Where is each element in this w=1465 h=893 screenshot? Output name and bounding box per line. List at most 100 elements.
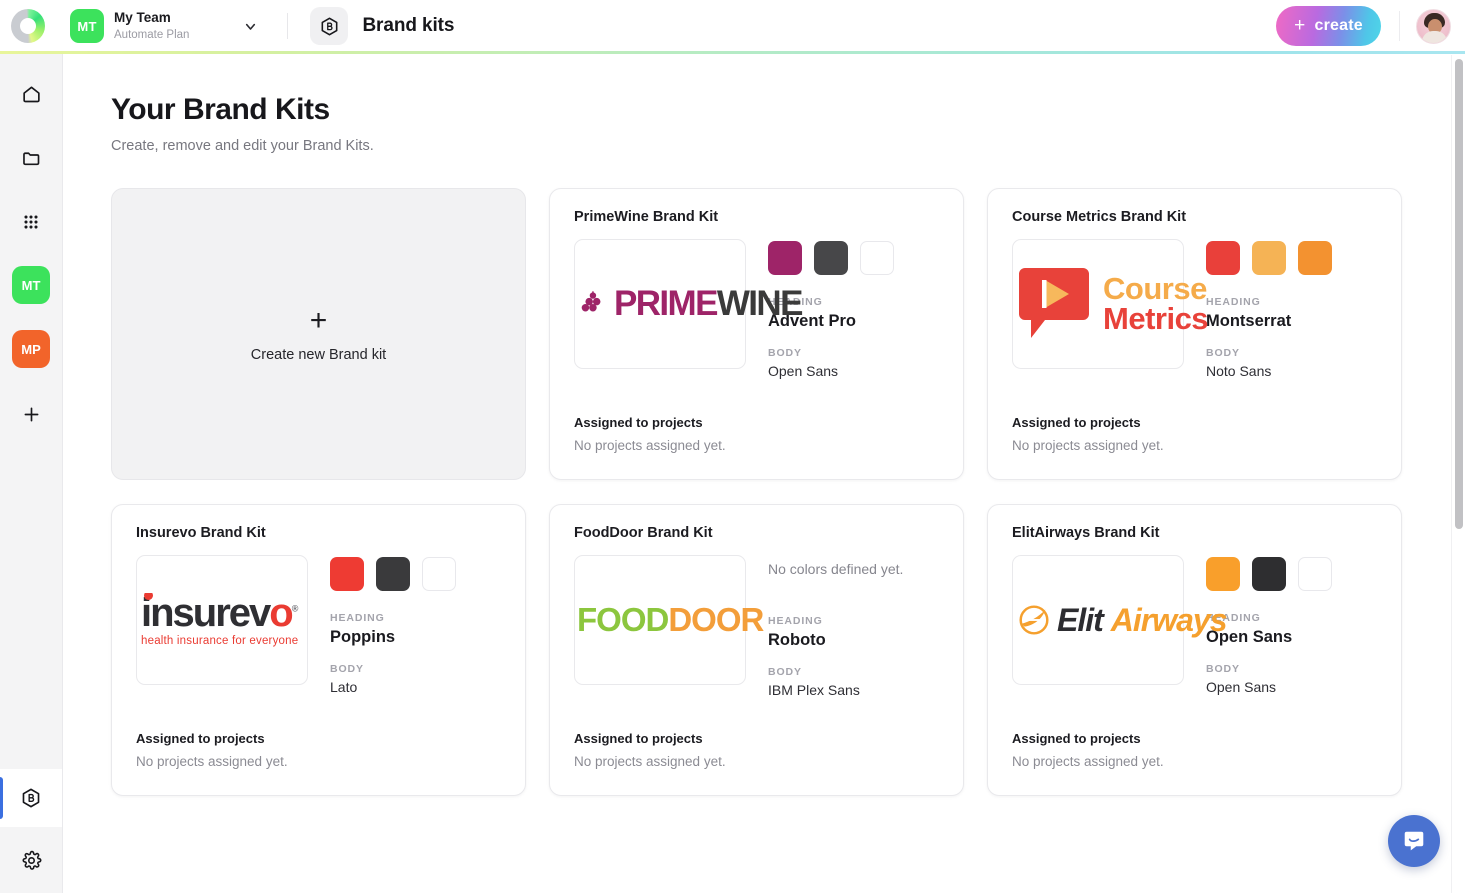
page-header: Your Brand Kits Create, remove and edit … (63, 55, 1453, 154)
body-font-value: Noto Sans (1206, 363, 1272, 379)
page-title: Your Brand Kits (111, 93, 330, 126)
brand-kit-title: Insurevo Brand Kit (136, 525, 266, 541)
sidebar-item-my-team[interactable]: MT (12, 266, 50, 304)
sidebar-item-brand-kits[interactable] (0, 769, 62, 827)
home-icon (22, 85, 40, 102)
create-new-brand-kit-label: Create new Brand kit (250, 346, 387, 363)
plus-icon: + (1294, 14, 1306, 36)
color-swatch[interactable] (1252, 557, 1286, 591)
assigned-title: Assigned to projects (574, 731, 703, 746)
sidebar-tile-label: MT (21, 277, 41, 293)
sidebar-item-home[interactable] (11, 74, 51, 114)
grid-apps-icon (24, 215, 38, 229)
brand-kit-hexagon-icon (310, 7, 349, 45)
logo-text-part1: insurev (141, 593, 271, 635)
body-font-value: Open Sans (768, 363, 839, 379)
divider (287, 13, 289, 39)
brand-kit-hexagon-icon (22, 788, 40, 808)
brand-logo-preview: insurevo® health insurance for everyone (136, 555, 308, 685)
color-swatch[interactable] (376, 557, 410, 591)
logo-text-part1: FOOD (577, 601, 669, 638)
brand-kits-grid: + Create new Brand kit PrimeWine Brand K… (63, 154, 1453, 796)
app-logo[interactable] (0, 0, 56, 52)
body-font-label: BODY (768, 347, 802, 359)
body-font-label: BODY (330, 663, 364, 675)
body-font-label: BODY (1206, 347, 1240, 359)
header-gradient-rule (0, 51, 1465, 54)
brand-kit-card-primewine[interactable]: PrimeWine Brand Kit PRIME WINE HEADING A… (549, 188, 964, 480)
scrollbar-thumb[interactable] (1455, 59, 1463, 529)
logo-text-part2: Airways (1110, 601, 1228, 638)
assigned-empty-text: No projects assigned yet. (574, 438, 726, 453)
color-swatch[interactable] (768, 241, 802, 275)
no-colors-text: No colors defined yet. (768, 561, 904, 577)
page-subtitle: Create, remove and edit your Brand Kits. (111, 138, 374, 154)
create-button[interactable]: + create (1276, 6, 1381, 46)
color-swatch[interactable] (1298, 241, 1332, 275)
app-logo-circle-icon (11, 9, 45, 43)
globe-swoosh-icon (1019, 605, 1049, 635)
color-swatches (330, 557, 503, 591)
team-switcher[interactable]: MT My Team Automate Plan (70, 9, 261, 43)
body-font-value: Open Sans (1206, 679, 1277, 695)
assigned-title: Assigned to projects (1012, 731, 1141, 746)
folder-icon (22, 151, 39, 165)
sidebar-item-apps[interactable] (11, 202, 51, 242)
logo-text-part2: Metrics (1103, 301, 1209, 336)
plus-icon: + (309, 303, 328, 337)
body-font-value: Lato (330, 679, 358, 695)
create-new-brand-kit-card[interactable]: + Create new Brand kit (111, 188, 526, 480)
team-name: My Team (114, 9, 171, 25)
logo-tagline: health insurance for everyone (141, 635, 299, 647)
team-plan: Automate Plan (114, 28, 190, 41)
sidebar: MT MP (0, 52, 63, 893)
logo-text-part1: Course (1103, 271, 1207, 307)
sidebar-item-settings[interactable] (0, 827, 62, 893)
brand-kit-card-insurevo[interactable]: Insurevo Brand Kit insurevo® health insu… (111, 504, 526, 796)
brand-logo-preview: Elit Airways (1012, 555, 1228, 685)
speech-bubble-play-icon (1019, 268, 1089, 338)
logo-text-part2: o (269, 593, 293, 635)
color-swatch[interactable] (814, 241, 848, 275)
brand-kit-card-fooddoor[interactable]: FoodDoor Brand Kit FOOD DOOR No colors de… (549, 504, 964, 796)
color-swatches (1206, 557, 1379, 591)
plus-icon (24, 407, 38, 421)
chevron-down-icon[interactable] (239, 15, 261, 37)
body-font-label: BODY (768, 666, 802, 678)
body-font-value: IBM Plex Sans (768, 682, 860, 698)
assigned-empty-text: No projects assigned yet. (1012, 438, 1164, 453)
sidebar-item-add-workspace[interactable] (11, 394, 51, 434)
brand-kit-card-course-metrics[interactable]: Course Metrics Brand Kit Course Metrics (987, 188, 1402, 480)
page-title-header: Brand kits (362, 15, 455, 36)
create-button-label: create (1314, 17, 1363, 34)
assigned-empty-text: No projects assigned yet. (574, 754, 726, 769)
logo-text-part1: Elit (1057, 601, 1104, 638)
sidebar-item-mp-workspace[interactable]: MP (12, 330, 50, 368)
chat-widget-button[interactable] (1388, 815, 1440, 867)
logo-text-part2: DOOR (668, 601, 764, 638)
divider (1399, 11, 1400, 41)
color-swatch[interactable] (1298, 557, 1332, 591)
sidebar-tile-label: MP (21, 341, 41, 357)
page-chip: Brand kits (310, 7, 454, 45)
grapes-icon (581, 291, 601, 312)
brand-kit-title: Course Metrics Brand Kit (1012, 209, 1187, 225)
logo-text-part2: WINE (716, 284, 804, 323)
page-scrollbar[interactable] (1451, 55, 1465, 893)
brand-kit-card-elitairways[interactable]: ElitAirways Brand Kit Elit Airways HEADI… (987, 504, 1402, 796)
avatar[interactable] (1416, 8, 1451, 44)
gear-icon (22, 850, 41, 870)
avatar-body (1422, 30, 1447, 43)
color-swatch[interactable] (422, 557, 456, 591)
color-swatch[interactable] (860, 241, 894, 275)
main-content: Your Brand Kits Create, remove and edit … (63, 55, 1453, 893)
top-bar: MT My Team Automate Plan Brand kits + cr… (0, 0, 1465, 52)
brand-logo-preview: PRIME WINE (574, 239, 803, 369)
color-swatch[interactable] (1252, 241, 1286, 275)
sidebar-item-folders[interactable] (11, 138, 51, 178)
assigned-empty-text: No projects assigned yet. (136, 754, 288, 769)
assigned-title: Assigned to projects (136, 731, 265, 746)
brand-kit-title: ElitAirways Brand Kit (1012, 525, 1160, 541)
color-swatch[interactable] (1206, 557, 1240, 591)
color-swatch[interactable] (330, 557, 364, 591)
